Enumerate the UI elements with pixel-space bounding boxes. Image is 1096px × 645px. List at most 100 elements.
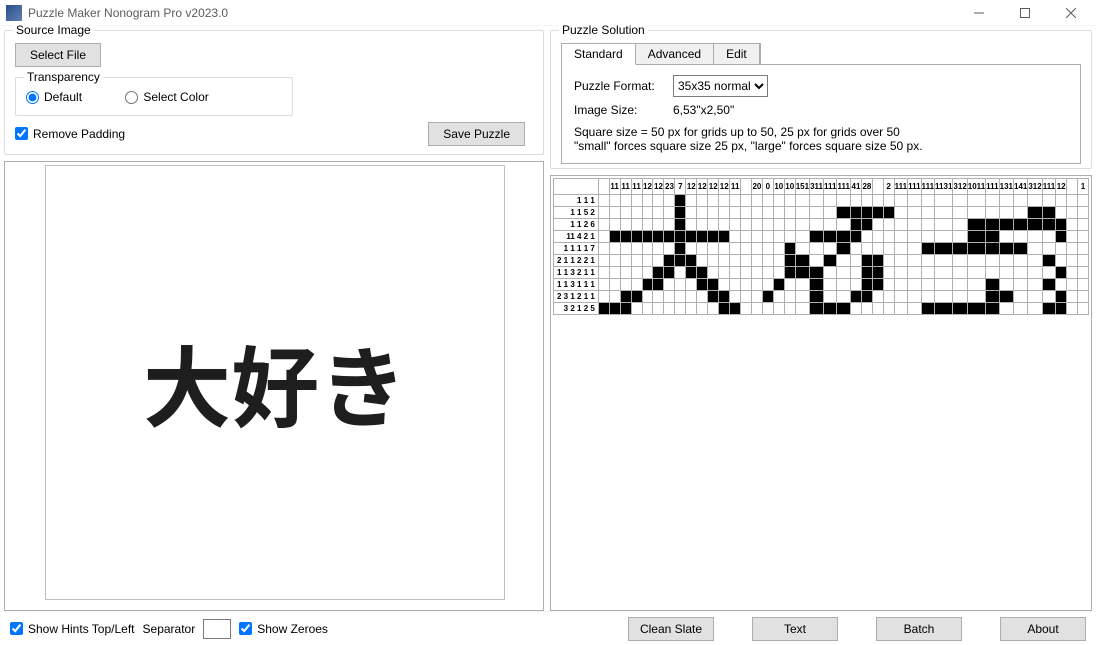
nonogram-cell [773,195,784,207]
batch-button[interactable]: Batch [876,617,962,641]
maximize-button[interactable] [1002,0,1048,26]
col-hint: 312 [953,179,967,195]
show-hints-input[interactable] [10,622,23,635]
puzzle-format-select[interactable]: 35x35 normal [673,75,768,97]
nonogram-cell [795,195,809,207]
nonogram-cell [609,243,620,255]
col-hint: 23 [664,179,675,195]
nonogram-cell [719,267,730,279]
nonogram-cell [1028,243,1042,255]
nonogram-cell [653,195,664,207]
nonogram-cell [795,219,809,231]
nonogram-cell [751,231,762,243]
nonogram-cell [1042,207,1055,219]
show-zeroes-input[interactable] [239,622,252,635]
remove-padding-checkbox[interactable]: Remove Padding [15,127,125,141]
nonogram-cell [719,195,730,207]
show-zeroes-checkbox[interactable]: Show Zeroes [239,622,328,636]
nonogram-cell [999,231,1013,243]
nonogram-cell [751,303,762,315]
nonogram-cell [953,255,967,267]
nonogram-cell [999,255,1013,267]
row-hint: 1 1 3 1 1 1 [554,279,599,291]
save-puzzle-button[interactable]: Save Puzzle [428,122,525,146]
nonogram-cell [953,243,967,255]
right-column: Puzzle Solution Standard Advanced Edit P… [550,30,1092,611]
nonogram-cell [837,291,850,303]
nonogram-cell [773,243,784,255]
col-hint: 111 [1042,179,1055,195]
nonogram-cell [631,219,642,231]
tab-advanced[interactable]: Advanced [636,44,714,65]
nonogram-cell [686,279,697,291]
nonogram-cell [609,291,620,303]
nonogram-cell [883,195,894,207]
minimize-button[interactable] [956,0,1002,26]
transparency-default-radio[interactable]: Default [26,90,82,104]
nonogram-cell [730,255,741,267]
separator-input[interactable] [203,619,231,639]
tab-edit[interactable]: Edit [714,44,760,65]
col-hint: 111 [837,179,850,195]
nonogram-cell [697,255,708,267]
nonogram-cell [986,279,999,291]
transparency-default-input[interactable] [26,91,39,104]
nonogram-cell [741,195,752,207]
nonogram-cell [908,231,921,243]
nonogram-cell [642,243,653,255]
about-button[interactable]: About [1000,617,1086,641]
nonogram-cell [1067,195,1078,207]
close-button[interactable] [1048,0,1094,26]
col-hint: 10 [784,179,795,195]
col-hint: 12 [1056,179,1067,195]
nonogram-cell [908,219,921,231]
nonogram-cell [730,219,741,231]
select-file-button[interactable]: Select File [15,43,101,67]
nonogram-cell [784,195,795,207]
nonogram-cell [837,219,850,231]
nonogram-cell [1028,279,1042,291]
nonogram-cell [686,231,697,243]
nonogram-cell [861,267,872,279]
nonogram-cell [664,219,675,231]
nonogram-cell [719,291,730,303]
nonogram-grid: 1111111212237121212121120010101513111111… [553,178,1089,315]
remove-padding-input[interactable] [15,127,28,140]
nonogram-cell [664,267,675,279]
transparency-select-color-input[interactable] [125,91,138,104]
nonogram-cell [986,255,999,267]
nonogram-cell [751,291,762,303]
nonogram-cell [824,291,837,303]
transparency-select-color-radio[interactable]: Select Color [125,90,208,104]
nonogram-cell [773,291,784,303]
nonogram-cell [773,255,784,267]
nonogram-cell [861,291,872,303]
nonogram-cell [751,207,762,219]
clean-slate-button[interactable]: Clean Slate [628,617,714,641]
nonogram-cell [762,291,773,303]
tab-standard[interactable]: Standard [562,44,636,65]
nonogram-cell [598,279,609,291]
nonogram-cell [784,243,795,255]
nonogram-cell [609,207,620,219]
nonogram-cell [1042,231,1055,243]
nonogram-cell [967,195,985,207]
show-hints-checkbox[interactable]: Show Hints Top/Left [10,622,135,636]
nonogram-cell [1042,255,1055,267]
col-hint: 11 [631,179,642,195]
nonogram-cell [675,231,686,243]
nonogram-cell [824,207,837,219]
nonogram-cell [653,279,664,291]
nonogram-cell [697,207,708,219]
nonogram-cell [872,231,883,243]
nonogram-cell [675,279,686,291]
nonogram-cell [773,267,784,279]
nonogram-cell [609,195,620,207]
nonogram-cell [708,231,719,243]
nonogram-cell [872,267,883,279]
text-button[interactable]: Text [752,617,838,641]
nonogram-cell [642,231,653,243]
nonogram-cell [1028,219,1042,231]
nonogram-cell [921,267,934,279]
nonogram-cell [908,243,921,255]
